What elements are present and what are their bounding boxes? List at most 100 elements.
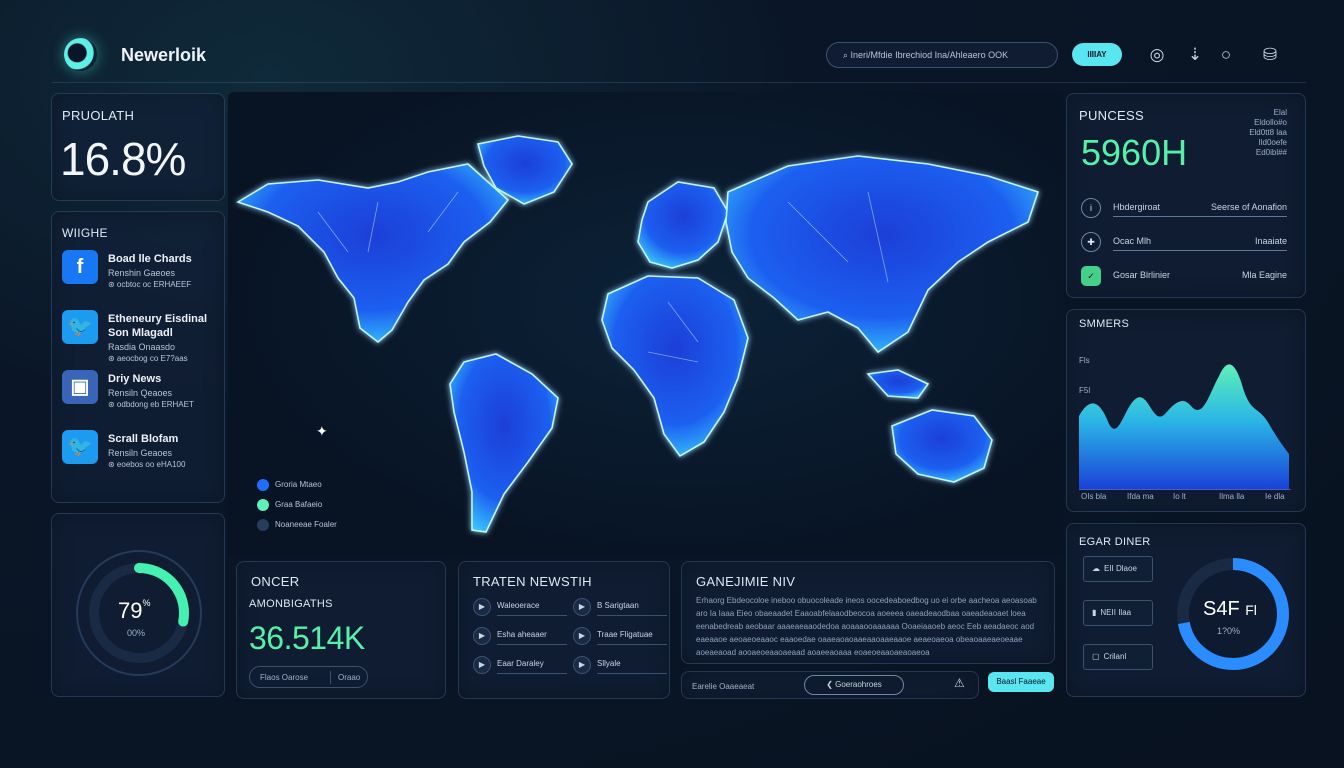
once-value: 36.514K [249,620,365,656]
process-row-label: Gosar Blrlinier [1113,270,1171,280]
cursor-icon: ▢ [1092,652,1100,661]
news-icon: ▣ [62,370,98,404]
logo-icon [64,38,97,71]
news-item-label: Traae Fligatuae [597,630,653,639]
news-item-label: Waleoerace [497,601,540,610]
news-underline [497,673,567,674]
play-icon: ▶ [473,656,491,674]
footer-mid-button[interactable]: ❮ Goeraohroes [804,675,904,695]
compass-icon[interactable]: ◎ [1146,44,1168,66]
star-decoration: ✦ [316,424,328,440]
social-item[interactable]: 🐦 Etheneury Eisdinal Son Mlagadl Rasdia On… [62,310,222,363]
once-subtitle: AMONBIGATHS [249,598,333,610]
news-item-label: B Sarigtaan [597,601,639,610]
row-divider [1113,250,1287,251]
social-item-title: Etheneury Eisdinal Son Mlagadl [108,313,208,339]
footer-action-button[interactable]: Baasl Faaeae [988,672,1054,692]
warning-icon[interactable]: ⚠ [954,676,965,690]
social-item-sub: Rasdia Onaasdo [108,342,176,352]
legend-dot [257,479,269,491]
play-icon: ▶ [573,598,591,616]
gauge-panel: 79% 00% [51,513,225,697]
cloud-button[interactable]: ☁ EII Dlaoe [1083,556,1153,582]
area-series [1079,364,1289,490]
database-icon[interactable]: ⛁ [1259,44,1281,66]
news-item[interactable]: ▶ Waleoerace [473,598,573,618]
legend-label: Groria Mtaeo [275,480,322,489]
kpi-value: 16.8% [60,133,186,185]
corner-note: Ild0oefe [1258,138,1287,147]
news-item[interactable]: ▶ Traae Fligatuae [573,627,673,647]
corner-note: Eldollo#o [1254,118,1287,127]
cursor-button[interactable]: ▢ Crilanl [1083,644,1153,670]
news-item[interactable]: ▶ Esha aheaaer [473,627,573,647]
world-map-svg: ✦ [236,135,1040,533]
bar-chart-button[interactable]: ▮ NEII Ilaa [1083,600,1153,626]
process-row-value: Seerse of Aonafion [1210,202,1287,212]
bar-chart-icon: ▮ [1092,608,1097,617]
process-row[interactable]: ✚ Ocac Mlh Inaaiate [1081,230,1287,256]
power-icon[interactable]: ○ [1215,44,1237,66]
process-title: PUNCESS [1079,108,1144,123]
news-item[interactable]: ▶ Sllyale [573,656,673,676]
social-item-title: Scrall Blofam [108,433,179,445]
search-icon: ⌕ [843,50,851,60]
process-value: 5960H [1081,132,1188,173]
continent-australia[interactable] [891,409,993,483]
social-item[interactable]: 🐦 Scrall Blofam Rensiln Geaoes ⊛ eoebos oo … [62,430,222,480]
gauge-right-title: EGAR DINER [1079,536,1151,548]
kpi-title: PRUOLATH [62,108,135,123]
gauge-right-panel: EGAR DINER ☁ EII Dlaoe ▮ NEII Ilaa ▢ Crilanl … [1066,523,1306,697]
process-panel: PUNCESS 5960H Elal Eldollo#o Eld0tt8 laa Il… [1066,93,1306,298]
corner-note: Elal [1273,108,1287,117]
plus-icon: ✚ [1081,232,1101,252]
search-input[interactable]: ⌕ Ineri/Mfdie Ibrechiod Ina/Ahleaero OOK [826,42,1058,68]
once-btn-1[interactable]: Flaos Oarose [260,673,308,682]
general-panel: GANEJIMIE NIV Erhaorg Ebdeocoloe ineboo … [681,561,1055,664]
news-panel: TRATEN NEWSTIH ▶ Waleoerace ▶ B Sarigtaan ▶ E… [458,561,670,699]
news-title: TRATEN NEWSTIH [473,574,592,589]
download-icon[interactable]: ⇣ [1184,44,1206,66]
continent-africa[interactable] [601,275,749,458]
once-btn-2[interactable]: Oraao [338,673,360,682]
region-southeast-asia[interactable] [866,369,930,399]
chart-title: SMMERS [1079,318,1130,330]
social-item[interactable]: ▣ Driy News Rensiln Qeaoes ⊛ odbdong eb ERH… [62,370,222,420]
news-underline [497,615,567,616]
process-row[interactable]: ✓ Gosar Blrlinier Mla Eagine [1081,264,1287,290]
corner-note: Ed0ibl## [1255,148,1287,157]
continent-north-america[interactable] [236,163,510,344]
news-item-label: Esha aheaaer [497,630,547,639]
process-row[interactable]: i Hbdergiroat Seerse of Aonafion [1081,196,1287,222]
continent-europe[interactable] [637,181,729,269]
process-row-label: Ocac Mlh [1113,236,1152,246]
gauge-sub: 00% [127,628,146,638]
social-item[interactable]: f Boad lle Chards Renshin Gaeoes ⊛ ocbtoc o… [62,250,222,300]
brand-name: Newerloik [121,45,207,65]
news-underline [597,615,667,616]
header-action-button[interactable]: IIIIAY [1072,43,1122,66]
area-chart [1079,364,1291,490]
world-map[interactable]: ✦ Groria Mtaeo Graa Bafaeio Noaneeae Foale… [228,92,1064,557]
social-panel: WIIGHE f Boad lle Chards Renshin Gaeoes ⊛ o… [51,211,225,503]
general-footer: Earelie Oaaeaeat ❮ Goeraohroes ⚠ [681,671,979,699]
news-underline [497,644,567,645]
social-item-meta: ⊛ aeocbog co E7?aas [108,354,188,363]
news-item[interactable]: ▶ Eaar Daraley [473,656,573,676]
row-divider [1113,216,1287,217]
social-item-title: Boad lle Chards [108,253,192,265]
legend-dot [257,519,269,531]
legend-dot [257,499,269,511]
kpi-panel: PRUOLATH 16.8% [51,93,225,201]
play-icon: ▶ [573,627,591,645]
twitter-icon: 🐦 [62,310,98,344]
news-item-label: Sllyale [597,659,621,668]
once-toggle[interactable]: Flaos Oarose Oraao [249,666,368,688]
social-item-title: Driy News [108,373,162,385]
play-icon: ▶ [573,656,591,674]
summary-chart-panel: SMMERS FlsF5lFls OIs blaIfda maIo ltIlma… [1066,309,1306,512]
news-underline [597,673,667,674]
once-title: ONCER [251,574,300,589]
continent-south-america[interactable] [449,353,559,533]
news-item[interactable]: ▶ B Sarigtaan [573,598,673,618]
